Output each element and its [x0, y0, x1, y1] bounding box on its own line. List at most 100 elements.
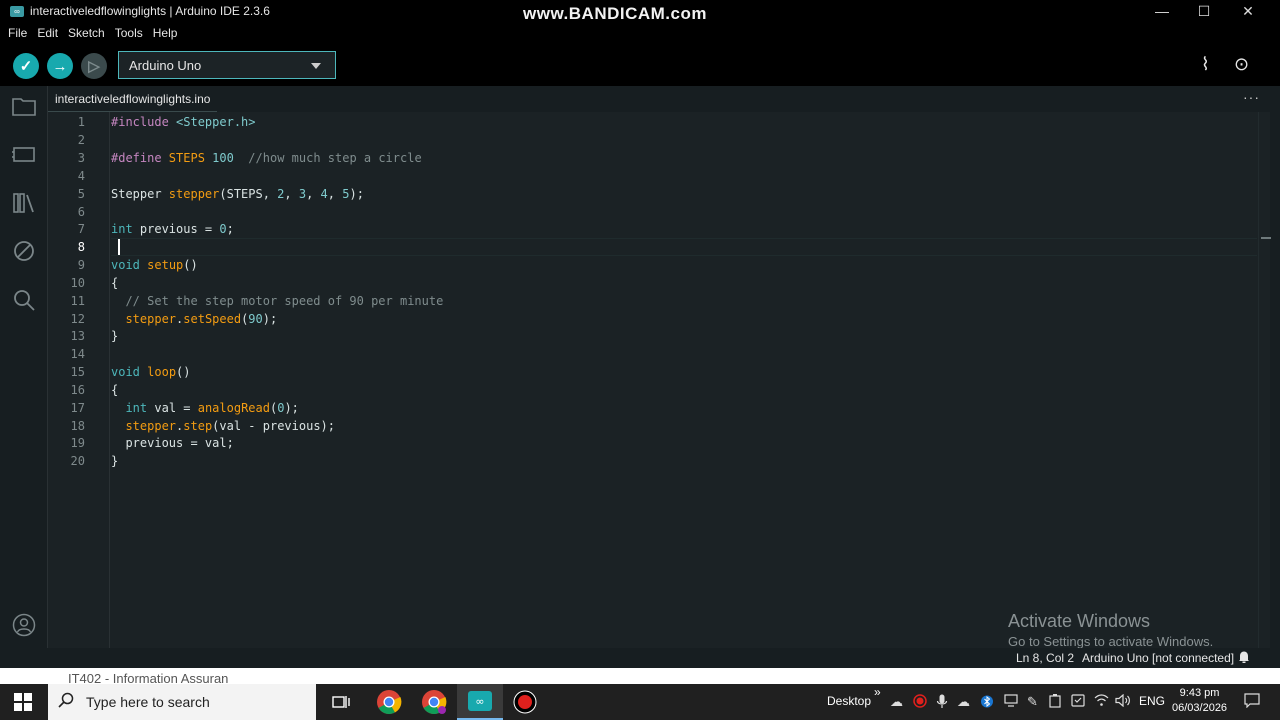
menu-edit[interactable]: Edit [37, 26, 58, 40]
bandicam-record-icon[interactable] [502, 684, 548, 720]
line-number: 1 [77, 115, 85, 129]
chrome-icon[interactable] [366, 684, 412, 720]
checkmark-icon: ✓ [19, 58, 33, 75]
code-line: { [111, 276, 119, 290]
library-manager-icon[interactable] [12, 191, 36, 215]
chrome-profile-icon[interactable] [411, 684, 457, 720]
menu-tools[interactable]: Tools [115, 26, 143, 40]
code-line: void setup() [111, 258, 198, 272]
pen-icon[interactable]: ✎ [1027, 694, 1038, 710]
code-line: #define STEPS 100 //how much step a circ… [111, 151, 422, 165]
cloud-icon[interactable]: ☁ [890, 694, 903, 710]
maximize-button[interactable]: ☐ [1182, 0, 1226, 22]
taskbar-search-box[interactable]: Type here to search [48, 684, 316, 720]
more-options-icon[interactable]: ··· [1243, 89, 1260, 105]
title-bar: ∞ interactiveledflowinglights | Arduino … [0, 0, 1280, 23]
minimize-button[interactable]: — [1140, 0, 1184, 22]
bluetooth-icon[interactable] [981, 694, 993, 712]
code-line: #include <Stepper.h> [111, 115, 256, 129]
close-button[interactable]: ✕ [1226, 0, 1270, 22]
tab-label: interactiveledflowinglights.ino [55, 91, 211, 106]
search-icon [58, 692, 74, 713]
windows-start-icon[interactable] [14, 693, 32, 711]
line-number: 16 [70, 383, 85, 397]
background-window-title: IT402 - Information Assuran [68, 671, 229, 684]
board-selector[interactable]: Arduino Uno [118, 51, 336, 79]
cursor-position[interactable]: Ln 8, Col 2 [1016, 651, 1074, 665]
code-line: // Set the step motor speed of 90 per mi… [111, 294, 444, 308]
line-number: 19 [70, 436, 85, 450]
account-icon[interactable] [12, 613, 36, 637]
menu-bar: File Edit Sketch Tools Help [0, 22, 1280, 44]
line-number: 4 [77, 169, 85, 183]
tab-sketch-file[interactable]: interactiveledflowinglights.ino [48, 86, 218, 112]
windows-taskbar: Type here to search ∞ Desktop » ☁ ☁ ✎ EN… [0, 684, 1280, 720]
record-tray-icon[interactable] [913, 694, 927, 711]
code-line: previous = val; [111, 436, 234, 450]
line-number: 2 [77, 133, 85, 147]
line-number: 7 [77, 222, 85, 236]
cloud-sync-icon[interactable]: ☁ [957, 694, 970, 710]
clock-date: 06/03/2026 [1172, 702, 1228, 714]
text-cursor [118, 239, 120, 255]
board-selector-label: Arduino Uno [129, 57, 202, 73]
search-placeholder: Type here to search [86, 694, 210, 710]
line-number: 13 [70, 329, 85, 343]
sidebar [0, 86, 48, 648]
chevron-down-icon [311, 63, 321, 69]
search-icon[interactable] [12, 288, 36, 312]
code-line: { [111, 383, 119, 397]
activate-windows-subtitle: Go to Settings to activate Windows. [1008, 634, 1214, 649]
window-title: interactiveledflowinglights | Arduino ID… [30, 4, 270, 18]
notification-bell-icon[interactable] [1238, 650, 1250, 666]
board-status[interactable]: Arduino Uno [not connected] [1082, 651, 1234, 665]
line-number: 17 [70, 401, 85, 415]
task-view-icon[interactable] [318, 684, 364, 720]
code-line: void loop() [111, 365, 191, 379]
line-number: 10 [70, 276, 85, 290]
verify-button[interactable]: ✓ [13, 53, 39, 79]
notification-center-icon[interactable] [1244, 693, 1260, 711]
tab-bar: interactiveledflowinglights.ino ··· [48, 86, 1280, 112]
menu-sketch[interactable]: Sketch [68, 26, 105, 40]
line-number-active: 8 [77, 240, 85, 254]
sketchbook-folder-icon[interactable] [12, 94, 36, 118]
line-number: 5 [77, 187, 85, 201]
arduino-app-icon: ∞ [10, 5, 24, 17]
display-icon[interactable] [1004, 694, 1018, 710]
toolbar-expand-chevron[interactable]: » [874, 685, 881, 699]
serial-plotter-icon[interactable]: ⌇ [1201, 54, 1210, 75]
activate-windows-title: Activate Windows [1008, 611, 1151, 631]
menu-help[interactable]: Help [153, 26, 178, 40]
menu-file[interactable]: File [8, 26, 27, 40]
code-line: int val = analogRead(0); [125, 401, 299, 415]
battery-saver-icon[interactable] [1049, 694, 1061, 711]
code-line: stepper.setSpeed(90); [125, 312, 278, 326]
scrollbar-cursor-marker [1261, 237, 1271, 239]
debug-button[interactable]: ▷ [81, 53, 107, 79]
line-number: 11 [70, 294, 85, 308]
line-number: 9 [77, 258, 85, 272]
code-editor[interactable]: 1 2 3 4 5 6 7 8 9 10 11 12 13 14 15 16 1… [48, 112, 1271, 648]
wifi-icon[interactable] [1094, 694, 1109, 710]
arduino-taskbar-icon[interactable]: ∞ [457, 684, 503, 720]
volume-icon[interactable] [1115, 693, 1131, 710]
active-line-highlight [111, 238, 1257, 256]
debug-panel-icon[interactable] [12, 239, 36, 263]
editor-scrollbar[interactable] [1258, 112, 1271, 648]
input-language[interactable]: ENG [1139, 694, 1165, 708]
debug-icon: ▷ [88, 58, 100, 75]
microphone-icon[interactable] [936, 694, 948, 712]
line-number: 12 [70, 312, 85, 326]
clock-time: 9:43 pm [1179, 687, 1220, 699]
upload-button[interactable]: → [47, 53, 73, 79]
code-line: stepper.step(val - previous); [125, 419, 335, 433]
arrow-right-icon: → [52, 57, 68, 75]
serial-monitor-icon[interactable]: ⊙ [1234, 54, 1249, 75]
device-icon[interactable] [1071, 694, 1085, 710]
desktop-toolbar-label[interactable]: Desktop [827, 694, 871, 708]
code-line: } [111, 329, 119, 343]
boards-manager-icon[interactable] [12, 142, 36, 166]
line-number: 15 [70, 365, 85, 379]
system-clock[interactable]: 9:43 pm 06/03/2026 [1172, 686, 1227, 716]
